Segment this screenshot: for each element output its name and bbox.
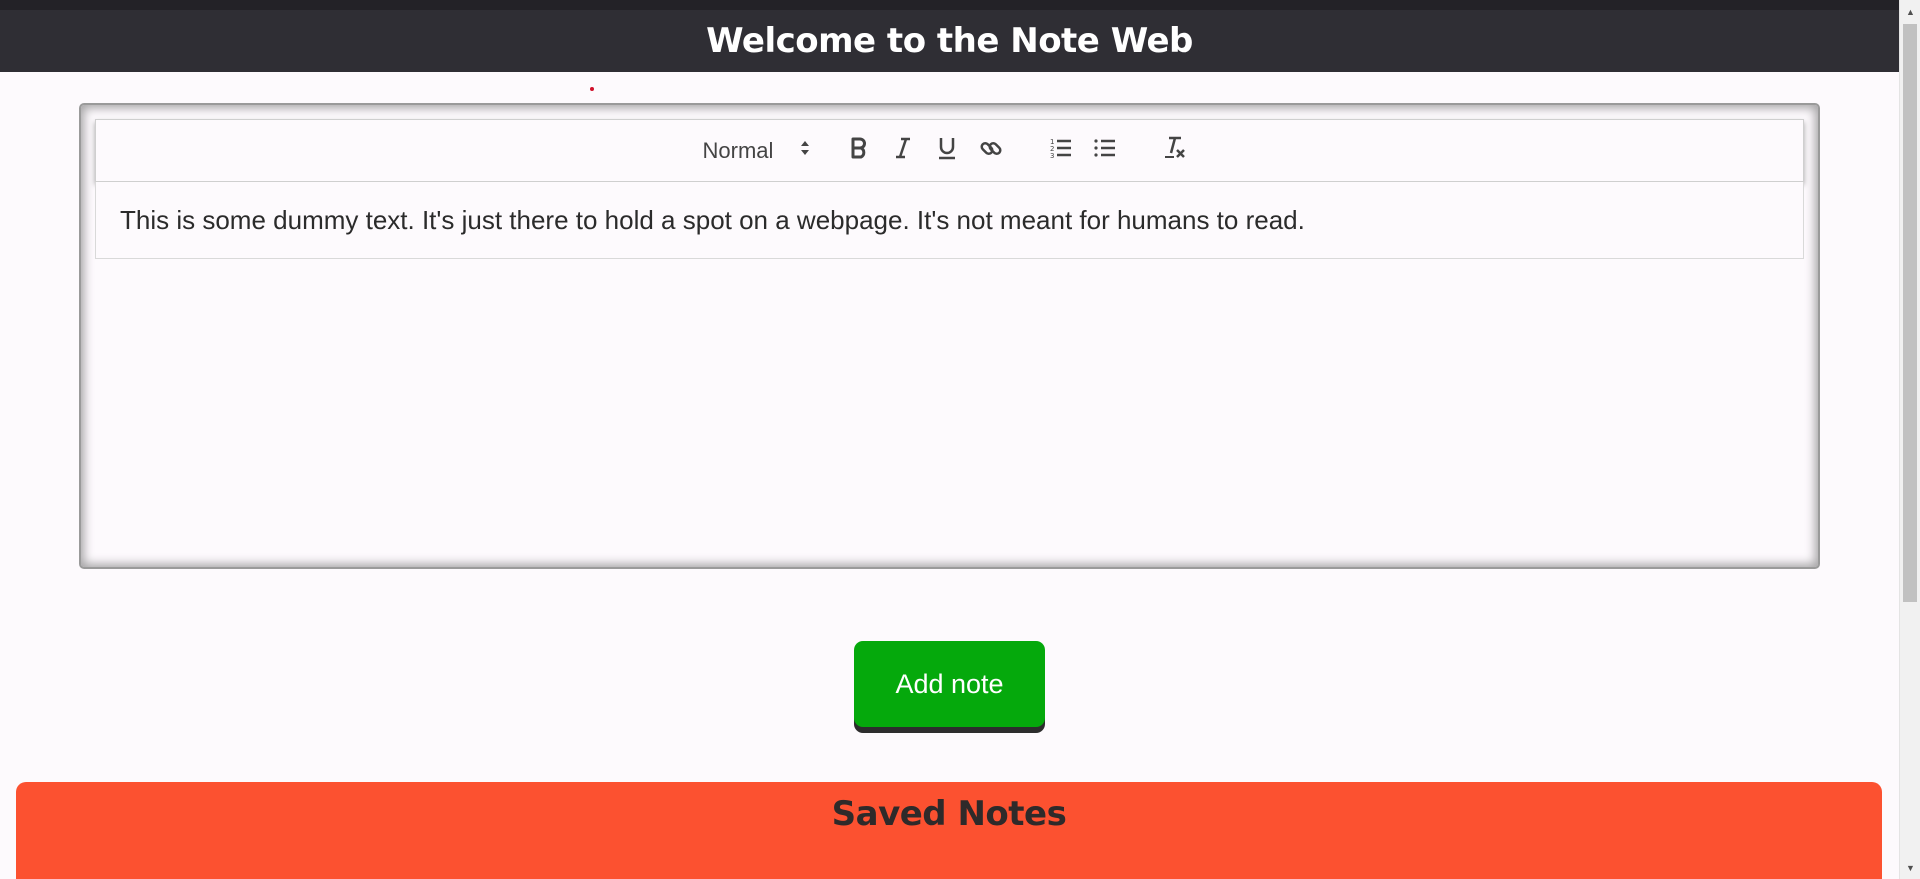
- text-style-group: [837, 131, 1013, 171]
- cursor-dot: [590, 87, 594, 91]
- app-header: Welcome to the Note Web: [0, 0, 1899, 72]
- svg-text:3: 3: [1050, 152, 1054, 160]
- note-editor: Normal 1 2 3 This is some dummy text. It…: [79, 103, 1820, 569]
- page: Welcome to the Note Web Normal 1 2 3 Thi…: [0, 0, 1899, 879]
- italic-icon: [892, 136, 914, 165]
- saved-notes-title: Saved Notes: [831, 794, 1067, 834]
- add-note-button[interactable]: Add note: [854, 641, 1045, 727]
- bold-button[interactable]: [837, 131, 881, 171]
- up-down-arrows-icon: [799, 138, 811, 164]
- page-title: Welcome to the Note Web: [706, 21, 1193, 61]
- clean-group: [1153, 131, 1197, 171]
- scroll-up-icon[interactable]: ▲: [1900, 3, 1920, 20]
- editor-text-area[interactable]: This is some dummy text. It's just there…: [95, 182, 1804, 259]
- list-group: 1 2 3: [1039, 131, 1127, 171]
- underline-icon: [936, 135, 958, 166]
- italic-button[interactable]: [881, 131, 925, 171]
- clear-format-button[interactable]: [1153, 131, 1197, 171]
- editor-text: This is some dummy text. It's just there…: [120, 204, 1305, 235]
- format-select-value: Normal: [702, 137, 774, 163]
- editor-toolbar: Normal 1 2 3: [95, 119, 1804, 182]
- clear-format-icon: [1162, 135, 1188, 166]
- saved-notes-section: Saved Notes: [16, 782, 1882, 879]
- format-select[interactable]: Normal: [703, 138, 811, 164]
- bold-icon: [848, 136, 870, 165]
- link-icon: [979, 136, 1003, 165]
- ordered-list-icon: 1 2 3: [1049, 136, 1073, 165]
- ordered-list-button[interactable]: 1 2 3: [1039, 131, 1083, 171]
- scrollbar-thumb[interactable]: [1903, 24, 1917, 602]
- vertical-scrollbar[interactable]: ▲ ▼: [1899, 0, 1920, 879]
- format-group: Normal: [703, 138, 811, 164]
- bullet-list-button[interactable]: [1083, 131, 1127, 171]
- scroll-down-icon[interactable]: ▼: [1900, 859, 1920, 876]
- link-button[interactable]: [969, 131, 1013, 171]
- bullet-list-icon: [1093, 136, 1117, 165]
- underline-button[interactable]: [925, 131, 969, 171]
